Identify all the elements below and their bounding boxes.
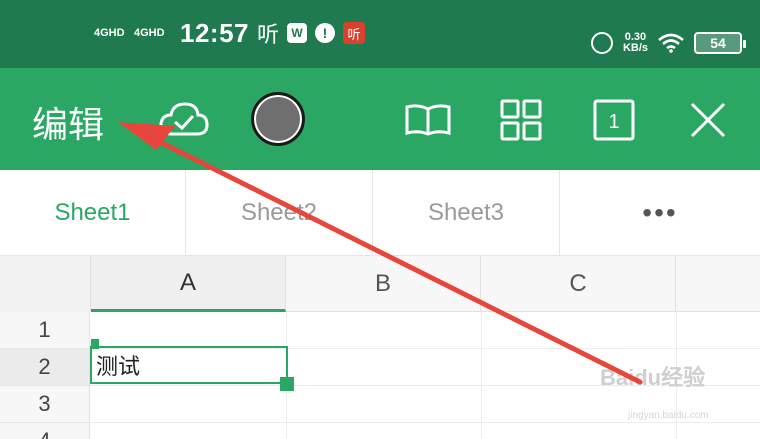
status-right: 0.30 KB/s 54 <box>590 28 746 58</box>
alarm-icon <box>590 32 613 54</box>
cloud-check-icon[interactable] <box>158 94 210 146</box>
row-header-4[interactable]: 4 <box>0 423 90 439</box>
app-toolbar: 编辑 1 <box>0 68 760 170</box>
column-header-c[interactable]: C <box>481 256 676 312</box>
more-icon[interactable]: ••• <box>560 170 760 255</box>
row-header-1[interactable]: 1 <box>0 312 90 349</box>
column-header-b[interactable]: B <box>286 256 481 312</box>
close-icon[interactable] <box>682 94 734 146</box>
status-bar: 4GHD 4GHD 12:57 听 W ! 听 0.30 KB/s 54 <box>0 0 760 68</box>
status-left: 4GHD 4GHD 12:57 听 W ! 听 <box>94 17 366 48</box>
sheet-count-label: 1 <box>608 111 619 133</box>
signal-icon-1: 4GHD <box>94 27 126 39</box>
avatar[interactable] <box>251 92 305 146</box>
net-speed-unit: KB/s <box>622 42 648 54</box>
battery-level: 54 <box>710 35 726 51</box>
signal-label-2: 4GHD <box>134 27 165 39</box>
grid-line <box>481 312 482 439</box>
net-speed: 0.30 KB/s <box>623 32 648 54</box>
warning-icon: ! <box>315 23 336 43</box>
sheet-tabs: Sheet1 Sheet2 Sheet3 ••• <box>0 170 760 256</box>
cell-a2-value: 测试 <box>96 355 141 380</box>
watermark: Baidu经验 <box>600 365 706 390</box>
selection-handle-top[interactable] <box>91 339 99 349</box>
grid-icon[interactable] <box>495 94 547 146</box>
tab-sheet2[interactable]: Sheet2 <box>186 170 373 256</box>
row-header-2[interactable]: 2 <box>0 349 90 386</box>
column-header-d[interactable] <box>676 256 760 312</box>
signal-label-1: 4GHD <box>94 27 125 39</box>
clock: 12:57 <box>180 17 249 48</box>
watermark-url: jingyan.baidu.com <box>628 410 709 421</box>
column-header-row: A B C <box>0 256 760 312</box>
grid-line <box>90 422 760 423</box>
cell-a2[interactable]: 测试 <box>90 346 288 384</box>
selection-handle-bottom[interactable] <box>280 377 294 391</box>
wifi-icon <box>658 33 684 53</box>
tab-sheet3[interactable]: Sheet3 <box>373 170 560 256</box>
tab-sheet1[interactable]: Sheet1 <box>0 170 186 256</box>
wps-icon: W <box>287 23 308 43</box>
sheet-count-icon[interactable]: 1 <box>588 94 640 146</box>
listen-app-icon: 听 <box>343 22 366 44</box>
column-header-a[interactable]: A <box>91 256 286 312</box>
battery-indicator: 54 <box>694 32 746 54</box>
edit-button[interactable]: 编辑 <box>32 96 104 148</box>
row-header-3[interactable]: 3 <box>0 386 90 423</box>
signal-icon-2: 4GHD <box>134 27 166 39</box>
book-icon[interactable] <box>402 94 454 146</box>
listen-icon: 听 <box>257 22 280 47</box>
select-all-corner[interactable] <box>0 256 91 312</box>
